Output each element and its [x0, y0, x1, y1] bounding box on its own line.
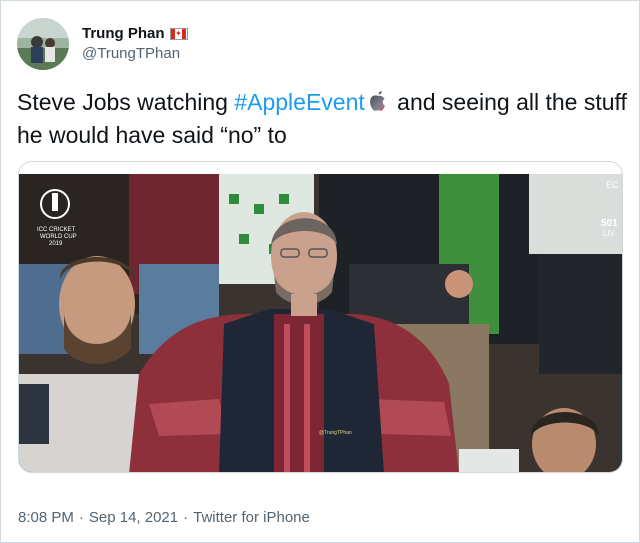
- canada-flag-icon: ✦: [169, 28, 188, 40]
- overlay-tournament-line2: WORLD CUP: [40, 234, 77, 240]
- tweet-text: Steve Jobs watching #AppleEvent and seei…: [17, 87, 627, 150]
- tweet-meta: 8:08 PM · Sep 14, 2021 · Twitter for iPh…: [18, 509, 310, 526]
- tweet-date[interactable]: Sep 14, 2021: [89, 509, 178, 526]
- meme-photo: ICC CRICKET WORLD CUP 2019 EC 501 LIV @T…: [19, 174, 622, 472]
- user-handle[interactable]: @TrungTPhan: [82, 44, 188, 64]
- media-watermark: @TrungTPhan: [319, 430, 352, 436]
- display-name[interactable]: Trung Phan: [82, 24, 165, 44]
- tweet-source[interactable]: Twitter for iPhone: [193, 509, 310, 526]
- meta-separator: ·: [183, 509, 189, 526]
- meta-separator: ·: [78, 509, 84, 526]
- tweet-time[interactable]: 8:08 PM: [18, 509, 74, 526]
- tweet-text-before: Steve Jobs watching: [17, 89, 235, 115]
- tweet-card[interactable]: Trung Phan ✦ @TrungTPhan Steve Jobs watc…: [0, 0, 640, 543]
- apple-logo-icon: [368, 89, 388, 120]
- avatar[interactable]: [17, 18, 69, 70]
- tweet-media[interactable]: ICC CRICKET WORLD CUP 2019 EC 501 LIV @T…: [18, 161, 623, 473]
- overlay-score-bottom: LIV: [603, 229, 616, 238]
- overlay-score-top: EC: [606, 180, 619, 190]
- hashtag-link[interactable]: #AppleEvent: [234, 89, 364, 115]
- overlay-tournament-line3: 2019: [49, 241, 63, 247]
- overlay-score-mid: 501: [601, 218, 618, 229]
- overlay-tournament-line1: ICC CRICKET: [37, 227, 76, 233]
- tweet-header: Trung Phan ✦ @TrungTPhan: [17, 15, 188, 73]
